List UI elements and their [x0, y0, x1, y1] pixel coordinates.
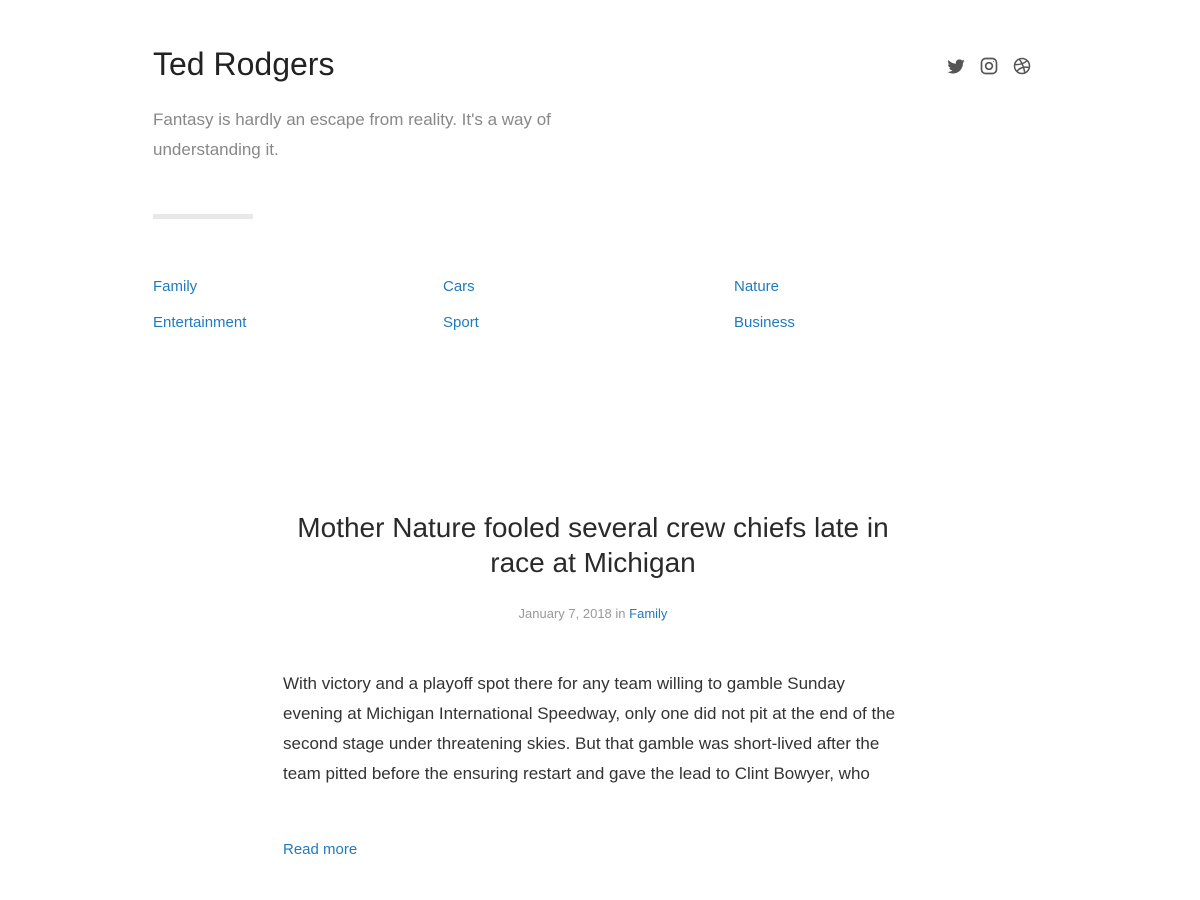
post-meta: January 7, 2018 in Family	[283, 605, 903, 623]
site-title[interactable]: Ted Rodgers	[153, 42, 334, 86]
category-list: Family Cars Nature Entertainment Sport B…	[153, 276, 1033, 334]
category-item: Sport	[443, 312, 734, 334]
category-link-entertainment[interactable]: Entertainment	[153, 314, 246, 331]
category-link-cars[interactable]: Cars	[443, 278, 475, 295]
divider	[153, 214, 253, 219]
category-item: Business	[734, 312, 1033, 334]
category-item: Nature	[734, 276, 1033, 298]
category-item: Cars	[443, 276, 734, 298]
post-article: Mother Nature fooled several crew chiefs…	[283, 510, 903, 858]
post-date: January 7, 2018	[518, 606, 612, 621]
twitter-icon	[947, 59, 965, 74]
post-excerpt: With victory and a playoff spot there fo…	[283, 674, 896, 783]
social-links	[946, 56, 1032, 76]
category-item: Family	[153, 276, 443, 298]
read-more-link[interactable]: Read more	[283, 841, 357, 858]
dribbble-link[interactable]	[1012, 56, 1032, 76]
category-link-sport[interactable]: Sport	[443, 314, 479, 331]
post-title[interactable]: Mother Nature fooled several crew chiefs…	[283, 510, 903, 580]
category-link-family[interactable]: Family	[153, 278, 197, 295]
category-link-business[interactable]: Business	[734, 314, 795, 331]
category-item: Entertainment	[153, 312, 443, 334]
twitter-link[interactable]	[946, 56, 966, 76]
post-in-label: in	[615, 606, 626, 621]
post-category-link[interactable]: Family	[629, 606, 667, 621]
category-link-nature[interactable]: Nature	[734, 278, 779, 295]
instagram-icon	[980, 57, 998, 75]
site-tagline: Fantasy is hardly an escape from reality…	[153, 110, 551, 159]
dribbble-icon	[1013, 57, 1031, 75]
page: Ted Rodgers Fantasy is hardly an escape …	[0, 0, 1200, 900]
instagram-link[interactable]	[979, 56, 999, 76]
